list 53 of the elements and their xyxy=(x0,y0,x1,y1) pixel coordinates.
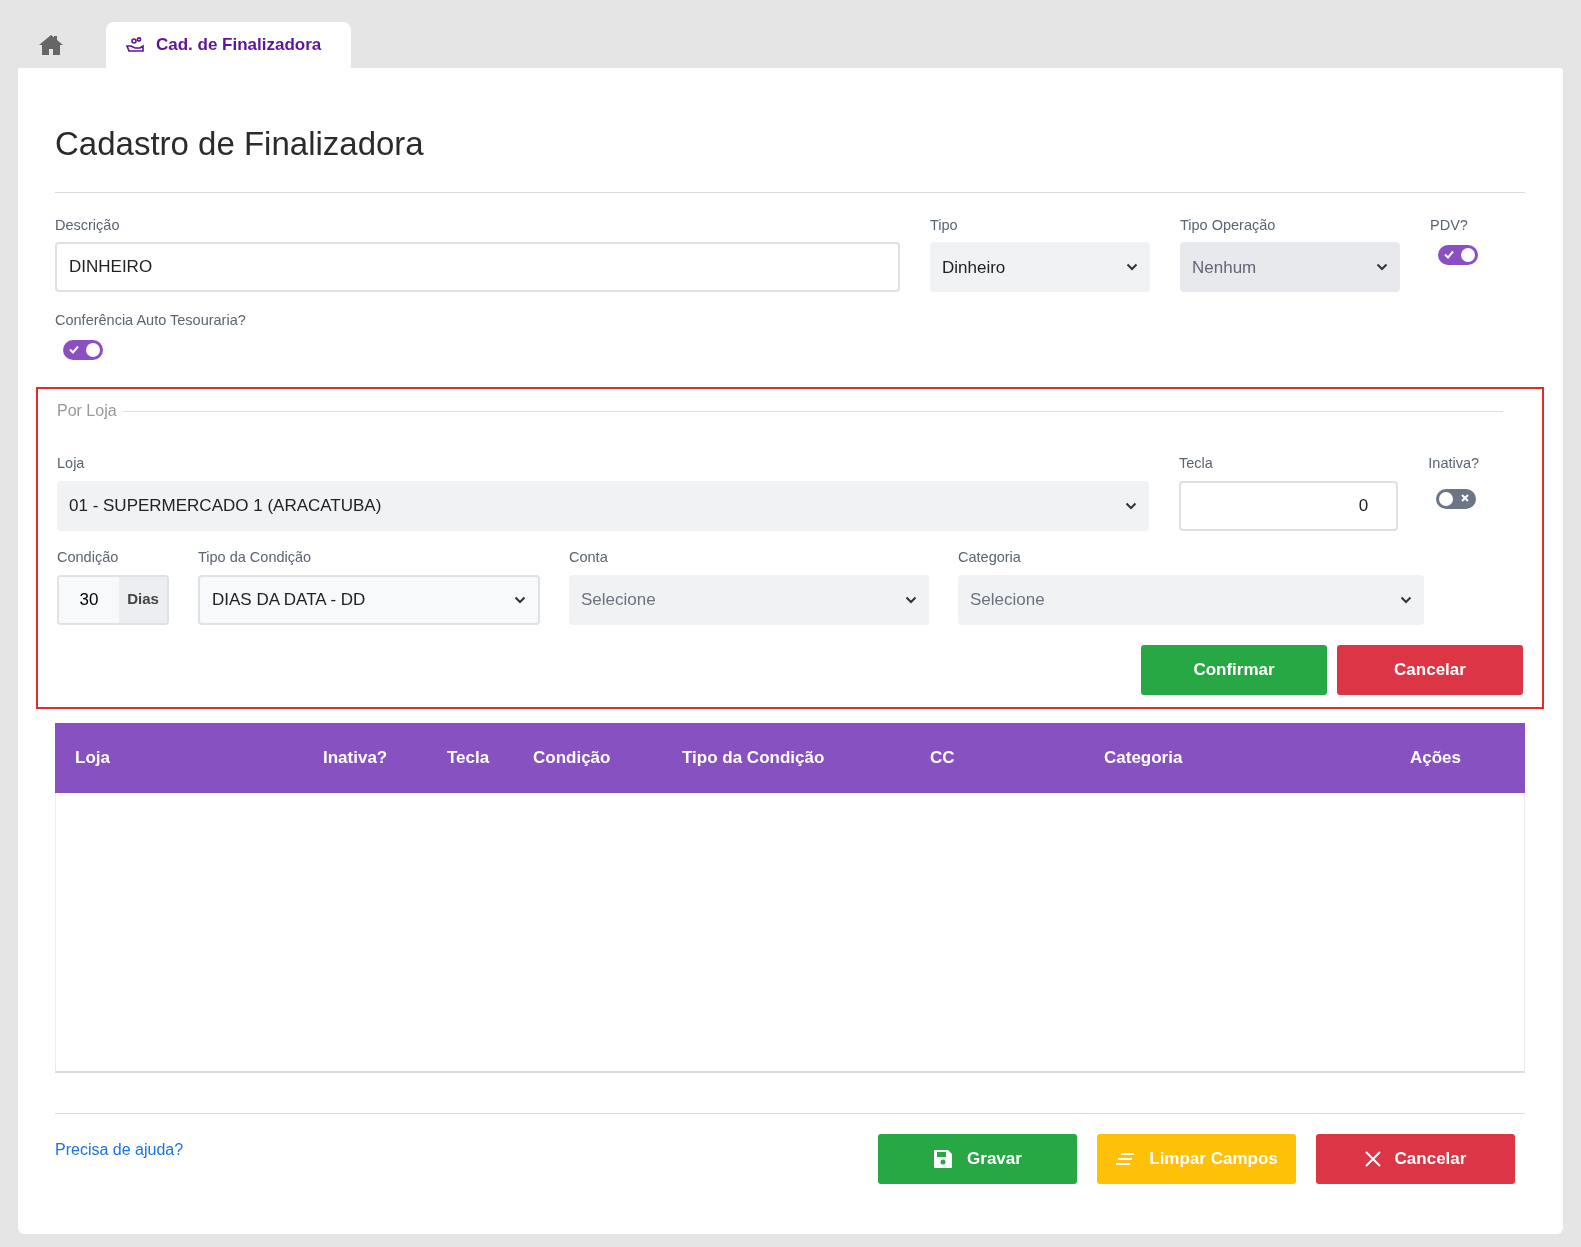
lines-icon xyxy=(1115,1151,1136,1166)
column-header: Tipo da Condição xyxy=(682,746,826,769)
toggle-switch[interactable] xyxy=(63,340,103,361)
chevron-down-icon xyxy=(514,595,526,604)
page-title: Cadastro de Finalizadora xyxy=(55,124,425,164)
chevron-down-icon xyxy=(1125,501,1137,510)
x-icon xyxy=(1461,493,1470,502)
column-header: Ações xyxy=(1410,746,1463,769)
cancel-button[interactable]: Cancelar xyxy=(1316,1133,1515,1184)
text-field[interactable]: DINHEIRO xyxy=(55,242,900,293)
select-field[interactable]: Selecione xyxy=(569,574,929,625)
field-label: PDV? xyxy=(1430,215,1468,235)
column-header: CC xyxy=(930,746,956,769)
field-label: Inativa? xyxy=(1428,454,1480,474)
column-header: Categoria xyxy=(1104,746,1184,769)
chevron-down-icon xyxy=(1400,595,1412,604)
column-header: Inativa? xyxy=(323,746,389,769)
select-field[interactable]: DIAS DA DATA - DD xyxy=(198,574,540,625)
field-label: Condição xyxy=(57,547,119,567)
chevron-down-icon xyxy=(1126,263,1138,272)
column-header: Loja xyxy=(75,746,111,769)
select-field[interactable]: Selecione xyxy=(958,574,1424,625)
chevron-down-icon xyxy=(905,595,917,604)
close-icon xyxy=(1364,1150,1381,1167)
home-icon xyxy=(38,34,64,56)
toggle-switch[interactable] xyxy=(1436,488,1477,509)
section-legend: Por Loja xyxy=(57,399,117,424)
field-label: Tipo xyxy=(930,215,958,235)
select-field[interactable]: Dinheiro xyxy=(930,242,1150,293)
field-label: Categoria xyxy=(958,547,1021,567)
field-label: Loja xyxy=(57,454,85,474)
input-group[interactable]: 30 Dias xyxy=(57,574,169,625)
column-header: Tecla xyxy=(447,746,491,769)
check-icon xyxy=(69,345,79,355)
field-label: Descrição xyxy=(55,215,120,235)
field-label: Tecla xyxy=(1179,454,1213,474)
chevron-down-icon xyxy=(1376,263,1388,272)
confirm-button[interactable]: Confirmar xyxy=(1141,644,1327,695)
column-header: Condição xyxy=(533,746,612,769)
select-field[interactable]: 01 - SUPERMERCADO 1 (ARACATUBA) xyxy=(57,480,1149,531)
tab[interactable]: Cad. de Finalizadora xyxy=(106,22,352,68)
number-field[interactable]: 0 xyxy=(1179,480,1399,531)
field-label: Tipo Operação xyxy=(1180,215,1276,235)
field-label: Conferência Auto Tesouraria? xyxy=(55,311,246,331)
help-link[interactable]: Precisa de ajuda? xyxy=(55,1137,184,1162)
toggle-switch[interactable] xyxy=(1438,244,1478,265)
check-icon xyxy=(1444,249,1454,259)
save-button[interactable]: Gravar xyxy=(878,1133,1077,1184)
hand-coins-icon xyxy=(126,37,144,53)
field-label: Tipo da Condição xyxy=(198,547,312,567)
cancel-button[interactable]: Cancelar xyxy=(1337,644,1523,695)
select-field: Nenhum xyxy=(1180,242,1400,293)
field-label: Conta xyxy=(569,547,608,567)
